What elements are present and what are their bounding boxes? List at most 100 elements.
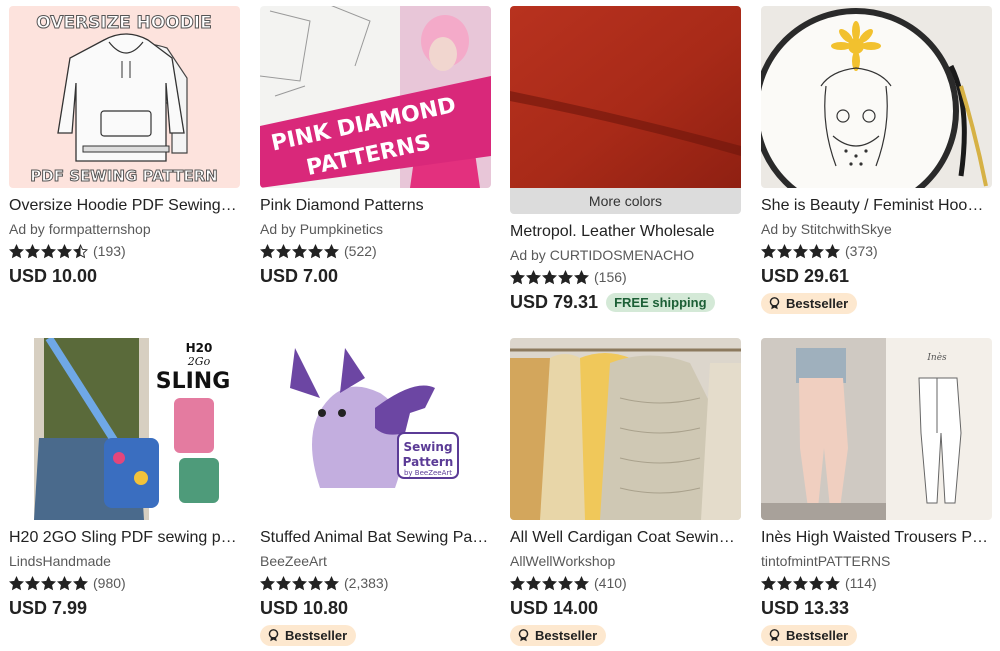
rating: (410)	[510, 574, 741, 592]
listing-card[interactable]: All Well Cardigan Coat Sewing Pattern Al…	[510, 338, 741, 647]
star-rating	[510, 575, 589, 591]
star-icon	[41, 575, 56, 590]
rating: (980)	[9, 574, 240, 592]
shop-name: tintofmintPATTERNS	[761, 553, 891, 569]
star-icon	[793, 243, 808, 258]
star-icon	[761, 575, 776, 590]
price: USD 7.00	[260, 265, 339, 286]
listing-card[interactable]: More colors Metropol. Leather Wholesale …	[510, 6, 741, 313]
star-icon	[292, 243, 307, 258]
star-icon	[558, 575, 573, 590]
listing-card[interactable]: She is Beauty / Feminist Hoop Art Ad by …	[761, 6, 992, 315]
star-icon	[761, 243, 776, 258]
star-icon	[25, 575, 40, 590]
listing-card[interactable]: OVERSIZE HOODIE PDF SEWING PATTERN Overs…	[9, 6, 240, 287]
shop-name: BeeZeeArt	[260, 553, 327, 569]
star-icon	[825, 243, 840, 258]
listing-title[interactable]: Pink Diamond Patterns	[260, 196, 491, 216]
listing-image[interactable]: PINK DIAMOND PATTERNS	[260, 6, 491, 188]
star-rating	[9, 243, 88, 259]
star-icon	[308, 575, 323, 590]
star-icon	[526, 269, 541, 284]
shop-name: Ad by StitchwithSkye	[761, 221, 892, 237]
review-count: (193)	[93, 243, 126, 259]
star-icon	[526, 575, 541, 590]
listing-image[interactable]: Sewing Pattern by BeeZeeArt	[260, 338, 491, 520]
ribbon-icon	[769, 297, 780, 310]
image-text: 2Go	[187, 355, 211, 368]
image-text: Inès	[926, 352, 947, 363]
star-icon	[510, 575, 525, 590]
price: USD 29.61	[761, 265, 850, 286]
listing-title[interactable]: All Well Cardigan Coat Sewing Pattern	[510, 528, 741, 548]
review-count: (2,383)	[344, 575, 389, 591]
star-icon	[777, 243, 792, 258]
ribbon-icon	[769, 629, 780, 642]
review-count: (410)	[594, 575, 627, 591]
listing-title[interactable]: Metropol. Leather Wholesale	[510, 222, 741, 242]
star-rating	[510, 269, 589, 285]
listing-grid: OVERSIZE HOODIE PDF SEWING PATTERN Overs…	[0, 0, 1000, 651]
price: USD 7.99	[9, 597, 88, 618]
listing-image[interactable]: H20 2Go SLING	[9, 338, 240, 520]
bestseller-label: Bestseller	[786, 296, 849, 311]
shop-name: Ad by CURTIDOSMENACHO	[510, 247, 695, 263]
star-icon	[809, 243, 824, 258]
listing-card[interactable]: H20 2Go SLING H20 2GO Sling PDF sewing p…	[9, 338, 240, 619]
star-rating	[260, 575, 339, 591]
more-colors-button[interactable]: More colors	[510, 187, 741, 214]
review-count: (522)	[344, 243, 377, 259]
bestseller-badge: Bestseller	[260, 625, 357, 646]
bestseller-label: Bestseller	[285, 628, 348, 643]
star-rating	[761, 243, 840, 259]
star-icon	[9, 243, 24, 258]
image-text: SLING	[156, 369, 231, 394]
bestseller-badge: Bestseller	[761, 625, 858, 646]
listing-image[interactable]	[510, 6, 741, 188]
bestseller-badge: Bestseller	[761, 293, 858, 314]
listing-image[interactable]	[510, 338, 741, 520]
image-text: Pattern	[403, 455, 454, 469]
ribbon-icon	[268, 629, 279, 642]
rating: (114)	[761, 574, 992, 592]
image-text: Sewing	[403, 440, 452, 454]
star-icon	[324, 243, 339, 258]
price: USD 14.00	[510, 597, 599, 618]
rating: (2,383)	[260, 574, 491, 592]
listing-card[interactable]: Sewing Pattern by BeeZeeArt Stuffed Anim…	[260, 338, 491, 647]
star-icon	[25, 243, 40, 258]
rating: (373)	[761, 242, 992, 260]
listing-image[interactable]	[761, 6, 992, 188]
bestseller-label: Bestseller	[786, 628, 849, 643]
price: USD 13.33	[761, 597, 850, 618]
star-icon	[57, 575, 72, 590]
listing-card[interactable]: Inès Inès High Waisted Trousers Pattern …	[761, 338, 992, 647]
ribbon-icon	[518, 629, 529, 642]
listing-title[interactable]: Stuffed Animal Bat Sewing Pattern	[260, 528, 491, 548]
star-icon	[574, 269, 589, 284]
star-icon	[73, 575, 88, 590]
listing-image[interactable]: OVERSIZE HOODIE PDF SEWING PATTERN	[9, 6, 240, 188]
star-icon	[308, 243, 323, 258]
price: USD 10.80	[260, 597, 349, 618]
star-icon	[73, 243, 88, 258]
shop-name: Ad by formpatternshop	[9, 221, 151, 237]
listing-title[interactable]: Inès High Waisted Trousers Pattern	[761, 528, 992, 548]
price: USD 10.00	[9, 265, 98, 286]
listing-title[interactable]: Oversize Hoodie PDF Sewing Pattern	[9, 196, 240, 216]
star-icon	[542, 575, 557, 590]
review-count: (156)	[594, 269, 627, 285]
review-count: (980)	[93, 575, 126, 591]
star-icon	[777, 575, 792, 590]
listing-image[interactable]: Inès	[761, 338, 992, 520]
listing-card[interactable]: PINK DIAMOND PATTERNS Pink Diamond Patte…	[260, 6, 491, 287]
image-text: by BeeZeeArt	[404, 469, 452, 477]
bestseller-label: Bestseller	[535, 628, 598, 643]
review-count: (373)	[845, 243, 878, 259]
image-text: PDF SEWING PATTERN	[30, 167, 217, 185]
listing-title[interactable]: She is Beauty / Feminist Hoop Art	[761, 196, 992, 216]
star-icon	[324, 575, 339, 590]
listing-title[interactable]: H20 2GO Sling PDF sewing pattern	[9, 528, 240, 548]
star-rating	[9, 575, 88, 591]
star-icon	[41, 243, 56, 258]
